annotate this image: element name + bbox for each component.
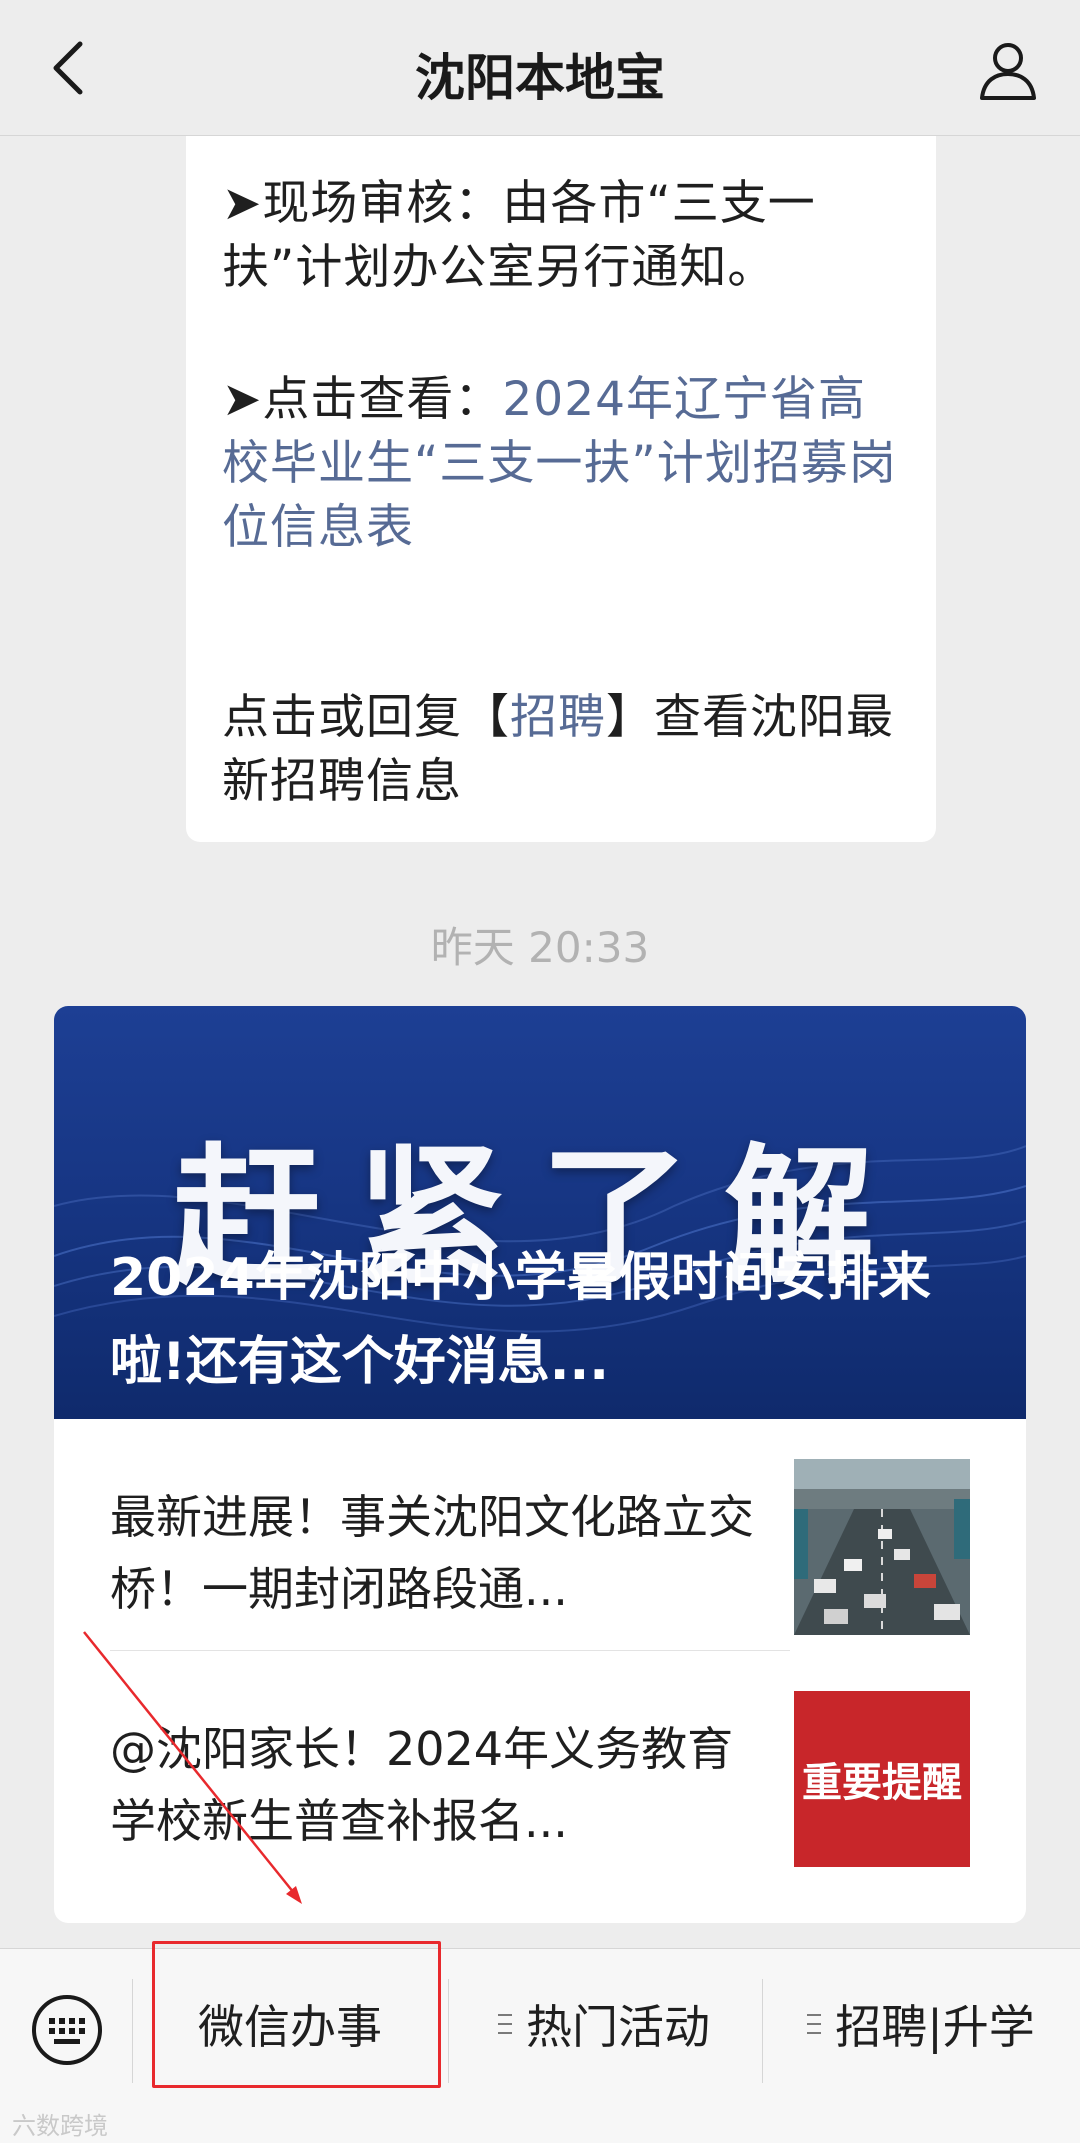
- traffic-road-thumbnail: [794, 1459, 970, 1635]
- menu-label: 招聘|升学: [835, 2000, 1035, 2054]
- article-title: 最新进展！事关沈阳文化路立交桥！一期封闭路段通...: [110, 1490, 754, 1616]
- message-paragraph: ➤点击查看：2024年辽宁省高校毕业生“三支一扶”计划招募岗位信息表: [222, 368, 902, 560]
- label-text: 点击或回复【: [222, 690, 510, 745]
- keyboard-icon[interactable]: [30, 1993, 104, 2067]
- message-paragraph: 点击或回复【招聘】查看沈阳最新招聘信息: [222, 686, 902, 814]
- annotation-highlight-box: [152, 1941, 441, 2088]
- cover-article[interactable]: 赶紧了解 2024年沈阳中小学暑假时间安排来啦!还有这个好消息...: [54, 1006, 1026, 1419]
- cover-headline: 2024年沈阳中小学暑假时间安排来啦!还有这个好消息...: [110, 1248, 931, 1392]
- message-bubble: ➤现场审核：由各市“三支一扶”计划办公室另行通知。 ➤点击查看：2024年辽宁省…: [186, 136, 936, 842]
- reminder-thumbnail: 重要提醒: [794, 1691, 970, 1867]
- thumbnail-text: 重要提醒: [802, 1760, 962, 1806]
- menu-label: 热门活动: [526, 2000, 710, 2054]
- submenu-icon: [498, 2014, 512, 2034]
- menu-hot-activities[interactable]: 热门活动: [448, 1949, 760, 2099]
- submenu-icon: [807, 2014, 822, 2034]
- article-title: @沈阳家长！2024年义务教育学校新生普查补报名...: [110, 1722, 734, 1848]
- watermark: 六数跨境: [12, 2112, 108, 2140]
- divider: [110, 1650, 790, 1651]
- recruit-link[interactable]: 招聘: [510, 690, 606, 745]
- message-timestamp: 昨天 20:33: [430, 923, 650, 972]
- page-title: 沈阳本地宝: [415, 49, 665, 107]
- message-paragraph: ➤现场审核：由各市“三支一扶”计划办公室另行通知。: [222, 176, 816, 295]
- person-icon[interactable]: [972, 34, 1044, 106]
- label-text: ➤点击查看：: [222, 372, 503, 427]
- article-list-item[interactable]: 最新进展！事关沈阳文化路立交桥！一期封闭路段通...: [54, 1419, 1026, 1651]
- divider: [132, 1979, 133, 2083]
- article-group-card: 赶紧了解 2024年沈阳中小学暑假时间安排来啦!还有这个好消息... 最新进展！…: [54, 1006, 1026, 1923]
- navigation-bar: 沈阳本地宝: [0, 0, 1080, 136]
- article-list-item[interactable]: @沈阳家长！2024年义务教育学校新生普查补报名... 重要提醒: [54, 1651, 1026, 1883]
- menu-recruit-education[interactable]: 招聘|升学: [762, 1949, 1080, 2099]
